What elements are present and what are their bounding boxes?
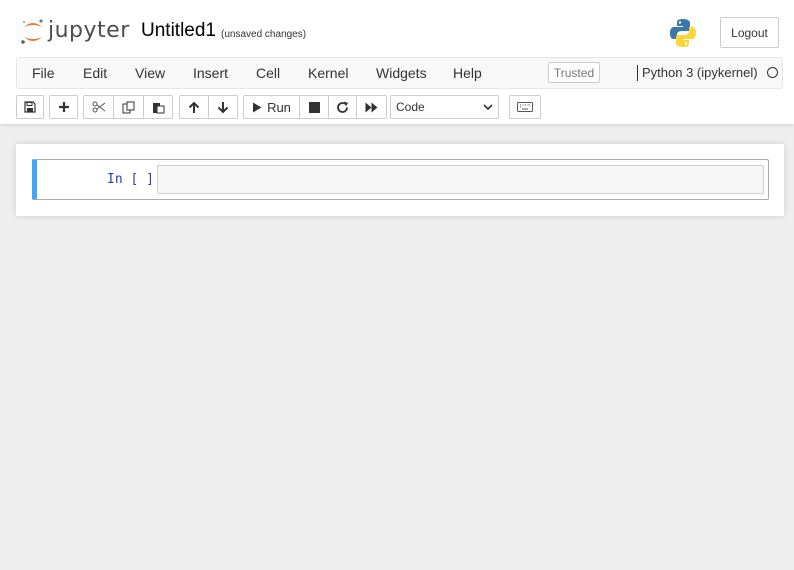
restart-icon bbox=[337, 101, 348, 113]
menubar: File Edit View Insert Cell Kernel Widget… bbox=[16, 57, 783, 89]
restart-button[interactable] bbox=[328, 95, 357, 119]
interrupt-button[interactable] bbox=[299, 95, 329, 119]
fast-forward-icon bbox=[365, 102, 377, 112]
run-label: Run bbox=[267, 99, 291, 115]
stop-icon bbox=[308, 101, 320, 113]
restart-run-all-button[interactable] bbox=[356, 95, 387, 119]
command-palette-button[interactable] bbox=[509, 95, 541, 119]
menu-insert[interactable]: Insert bbox=[193, 58, 228, 88]
notebook-header: jupyter Untitled1 (unsaved changes) Logo… bbox=[0, 0, 794, 124]
plus-icon bbox=[58, 102, 69, 112]
code-cell[interactable]: In [ ]: bbox=[32, 159, 769, 200]
play-icon bbox=[253, 102, 262, 112]
chevron-down-icon bbox=[483, 104, 493, 111]
logo-text: jupyter bbox=[48, 18, 130, 43]
menu-help[interactable]: Help bbox=[453, 58, 482, 88]
cut-icon bbox=[92, 101, 105, 113]
notebook-title[interactable]: Untitled1 bbox=[141, 20, 216, 42]
menu-edit[interactable]: Edit bbox=[83, 58, 107, 88]
move-up-button[interactable] bbox=[179, 95, 209, 119]
copy-icon bbox=[122, 101, 135, 113]
save-button[interactable] bbox=[16, 95, 44, 119]
input-prompt: In [ ]: bbox=[107, 172, 162, 187]
arrow-down-icon bbox=[217, 101, 229, 113]
paste-button[interactable] bbox=[143, 95, 173, 119]
menu-kernel[interactable]: Kernel bbox=[308, 58, 348, 88]
save-status: (unsaved changes) bbox=[221, 29, 307, 40]
insert-cell-button[interactable] bbox=[49, 95, 78, 119]
menu-file[interactable]: File bbox=[32, 58, 55, 88]
notebook-container: In [ ]: bbox=[16, 144, 784, 216]
jupyter-logo[interactable]: jupyter bbox=[20, 16, 130, 48]
cut-button[interactable] bbox=[83, 95, 114, 119]
cell-type-value: Code bbox=[396, 100, 425, 114]
copy-button[interactable] bbox=[113, 95, 144, 119]
menu-widgets[interactable]: Widgets bbox=[376, 58, 427, 88]
kernel-idle-icon bbox=[767, 67, 778, 78]
arrow-up-icon bbox=[188, 101, 200, 113]
run-button[interactable]: Run bbox=[243, 95, 300, 119]
trusted-indicator[interactable]: Trusted bbox=[548, 62, 600, 83]
python-logo-icon bbox=[669, 18, 697, 48]
logout-button[interactable]: Logout bbox=[720, 17, 779, 48]
move-down-button[interactable] bbox=[208, 95, 238, 119]
menu-view[interactable]: View bbox=[135, 58, 165, 88]
kernel-name[interactable]: Python 3 (ipykernel) bbox=[637, 65, 758, 81]
jupyter-logo-icon bbox=[21, 19, 43, 44]
paste-icon bbox=[152, 102, 164, 113]
keyboard-icon bbox=[517, 102, 533, 112]
menu-cell[interactable]: Cell bbox=[256, 58, 280, 88]
cell-type-select[interactable]: Code bbox=[390, 95, 499, 119]
code-input[interactable] bbox=[157, 165, 764, 194]
save-icon bbox=[24, 101, 36, 113]
